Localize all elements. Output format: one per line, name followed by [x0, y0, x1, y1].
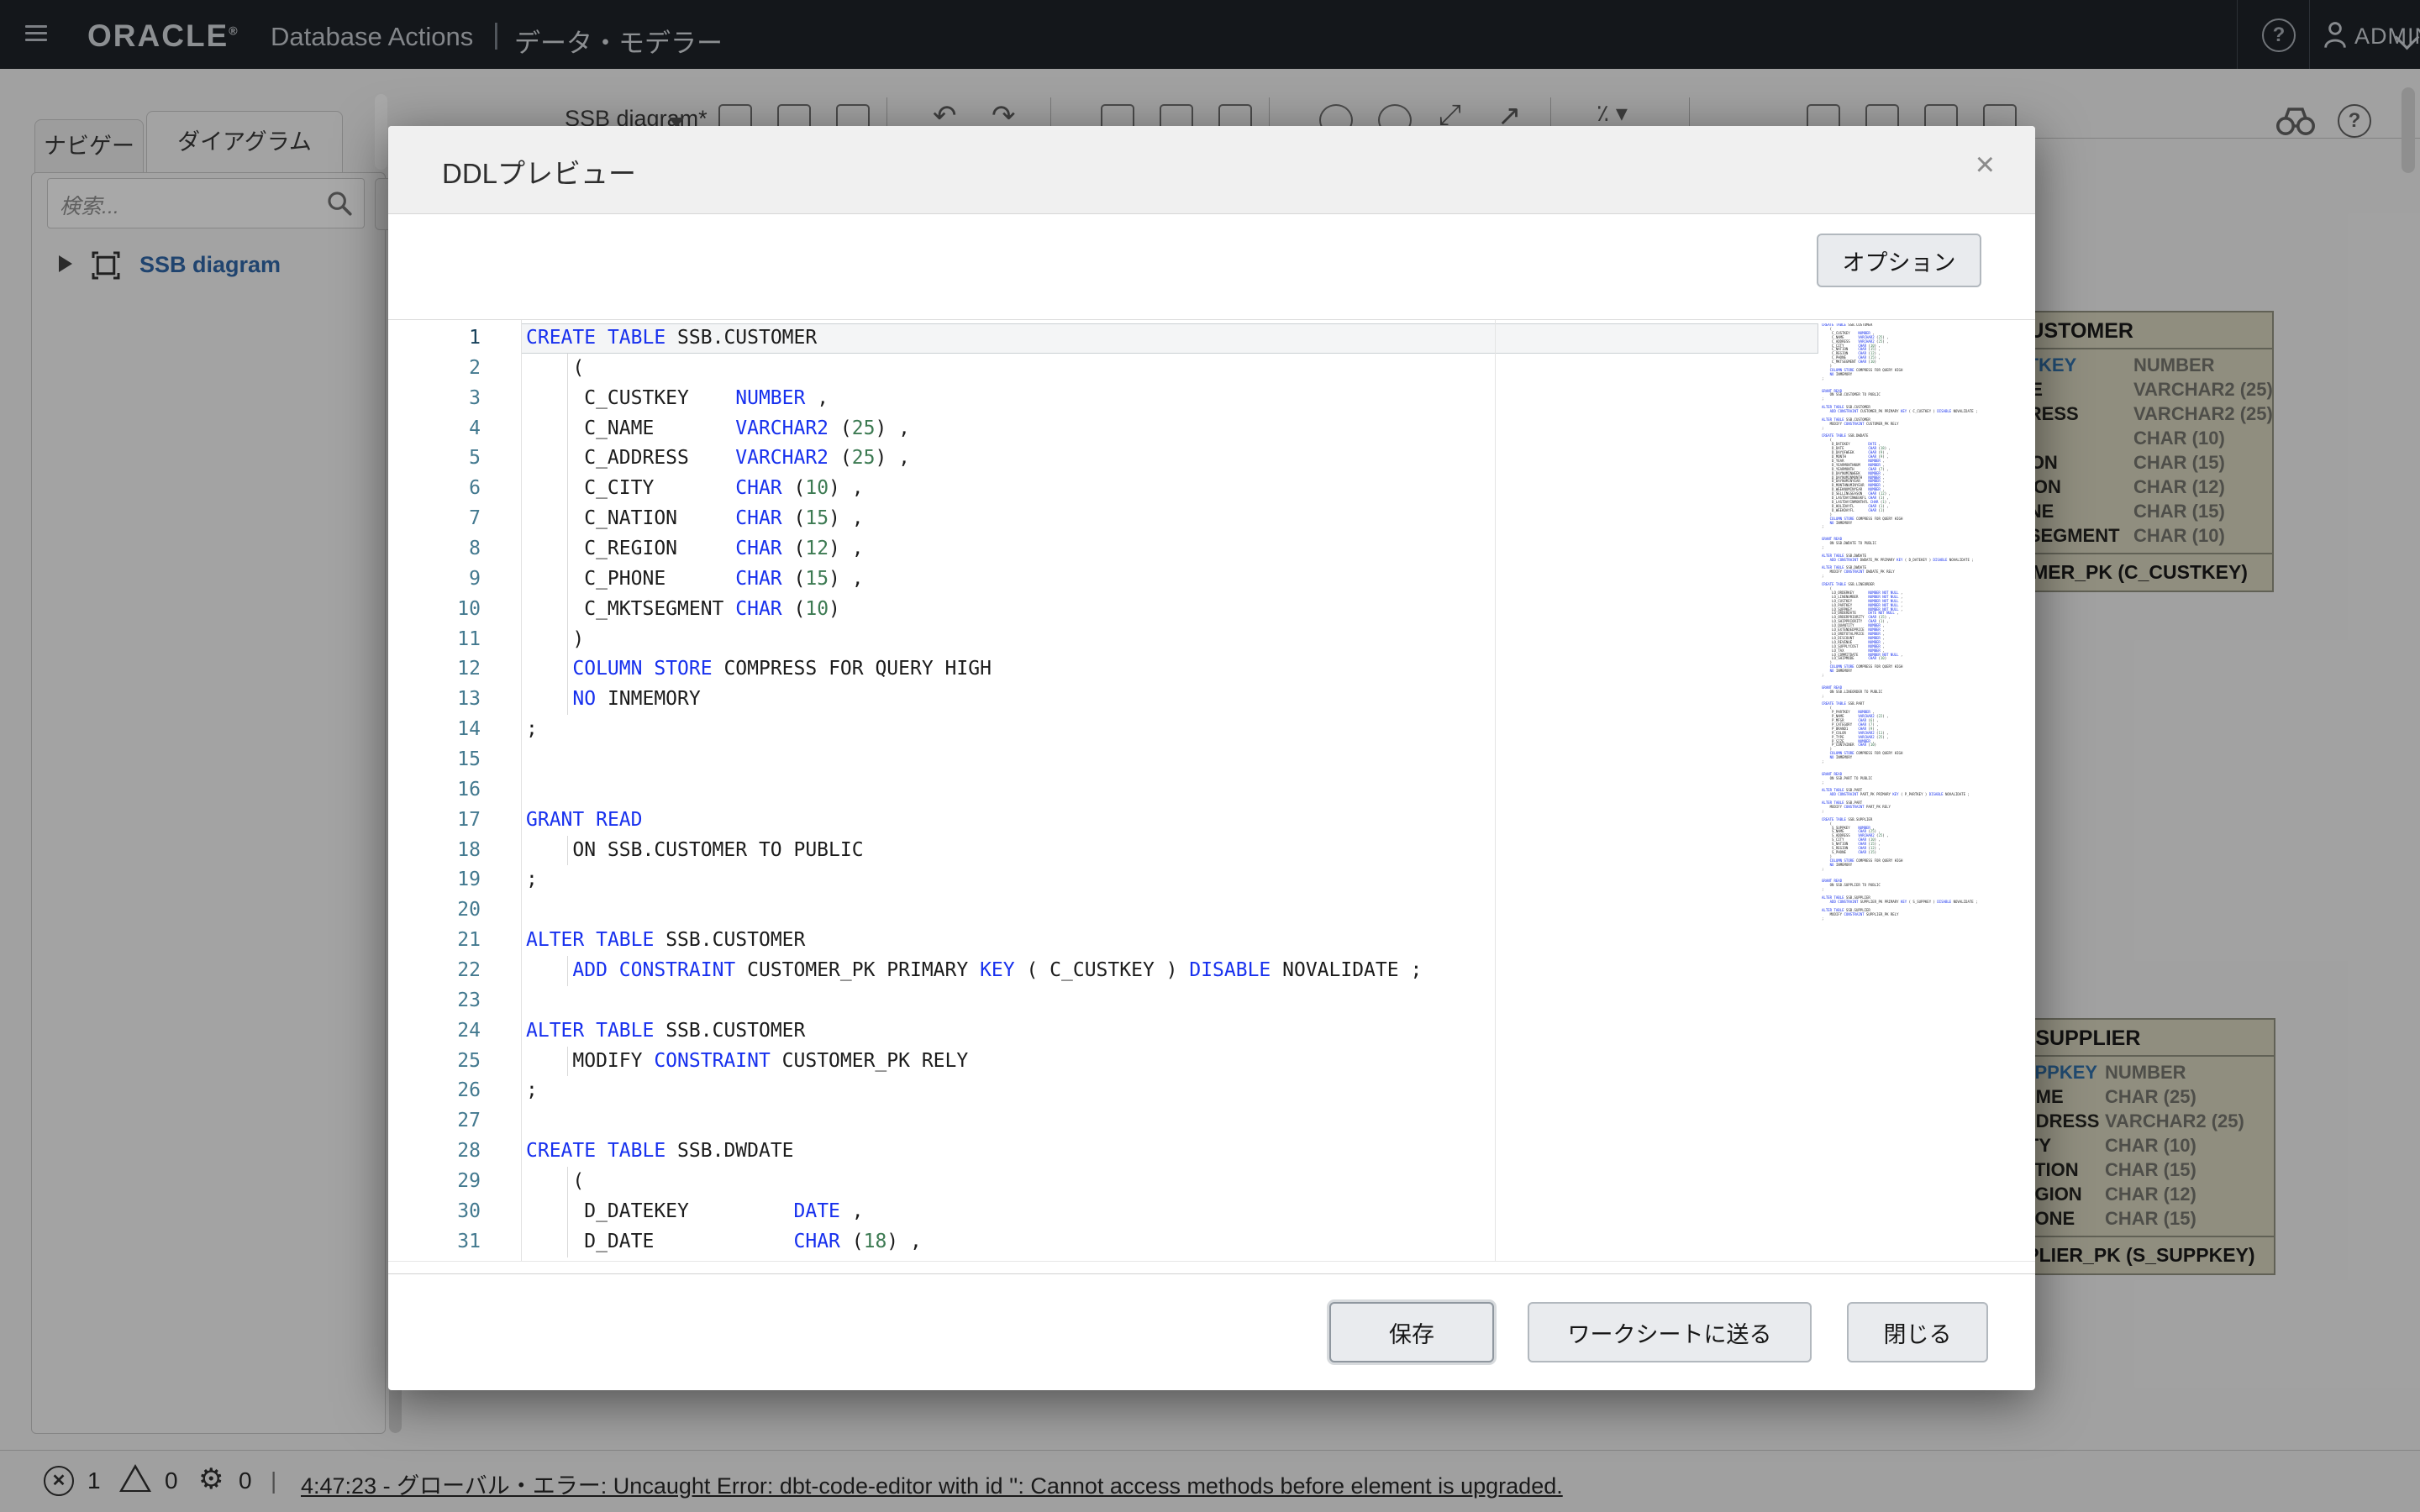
line-number: 27 [388, 1106, 481, 1137]
code-line[interactable] [526, 895, 1422, 926]
code-line[interactable]: ; [526, 865, 1422, 895]
code-line[interactable] [526, 1106, 1422, 1137]
line-number: 31 [388, 1227, 481, 1257]
indent-guide [567, 504, 568, 534]
code-line[interactable]: D_DATEKEY DATE , [526, 1197, 1422, 1227]
line-number: 10 [388, 595, 481, 625]
send-to-worksheet-button[interactable]: ワークシートに送る [1528, 1302, 1812, 1362]
indent-guide [567, 384, 568, 414]
code-line[interactable]: CREATE TABLE SSB.DWDATE [526, 1137, 1422, 1167]
dialog-title: DDLプレビュー [442, 151, 636, 192]
code-line[interactable]: CREATE TABLE SSB.CUSTOMER [526, 323, 1422, 354]
indent-guide [567, 414, 568, 444]
code-line[interactable]: C_CITY CHAR (10) , [526, 474, 1422, 504]
code-line[interactable]: ( [526, 354, 1422, 384]
line-number: 20 [388, 895, 481, 926]
close-button[interactable]: 閉じる [1847, 1302, 1988, 1362]
line-number: 21 [388, 926, 481, 956]
indent-guide [567, 685, 568, 715]
line-number: 7 [388, 504, 481, 534]
code-line[interactable]: ADD CONSTRAINT CUSTOMER_PK PRIMARY KEY (… [526, 956, 1422, 986]
line-number: 9 [388, 564, 481, 595]
line-number: 6 [388, 474, 481, 504]
indent-guide [567, 1227, 568, 1257]
save-button[interactable]: 保存 [1329, 1302, 1494, 1362]
line-number: 1 [388, 323, 481, 354]
code-line[interactable]: ALTER TABLE SSB.CUSTOMER [526, 1016, 1422, 1047]
code-line[interactable]: NO INMEMORY [526, 685, 1422, 715]
line-number: 26 [388, 1076, 481, 1106]
indent-guide [567, 444, 568, 474]
code-line[interactable]: C_MKTSEGMENT CHAR (10) [526, 595, 1422, 625]
indent-guide [567, 625, 568, 655]
code-line[interactable]: C_NATION CHAR (15) , [526, 504, 1422, 534]
indent-guide [567, 564, 568, 595]
line-number: 17 [388, 806, 481, 836]
line-number: 23 [388, 986, 481, 1016]
code-minimap[interactable]: CREATE TABLE SSB.CUSTOMER ( C_CUSTKEY NU… [1822, 323, 2012, 1257]
line-number: 22 [388, 956, 481, 986]
line-number: 3 [388, 384, 481, 414]
line-number: 28 [388, 1137, 481, 1167]
code-line[interactable]: C_ADDRESS VARCHAR2 (25) , [526, 444, 1422, 474]
line-number: 12 [388, 654, 481, 685]
code-line[interactable]: ALTER TABLE SSB.CUSTOMER [526, 926, 1422, 956]
line-number: 4 [388, 414, 481, 444]
line-number: 13 [388, 685, 481, 715]
code-line[interactable] [526, 986, 1422, 1016]
code-line[interactable]: ; [526, 715, 1422, 745]
line-number-gutter: 1234567891011121314151617181920212223242… [388, 323, 481, 1257]
line-number: 5 [388, 444, 481, 474]
code-line[interactable]: COLUMN STORE COMPRESS FOR QUERY HIGH [526, 654, 1422, 685]
indent-guide [567, 1167, 568, 1197]
code-line[interactable]: MODIFY CONSTRAINT CUSTOMER_PK RELY [526, 1047, 1422, 1077]
line-number: 30 [388, 1197, 481, 1227]
gutter-divider [521, 320, 522, 1261]
code-line[interactable]: ( [526, 1167, 1422, 1197]
close-icon[interactable]: × [1975, 148, 1995, 181]
line-number: 24 [388, 1016, 481, 1047]
line-number: 14 [388, 715, 481, 745]
line-number: 16 [388, 775, 481, 806]
indent-guide [567, 654, 568, 685]
indent-guide [567, 354, 568, 384]
indent-guide [567, 1197, 568, 1227]
ddl-code-editor[interactable]: 1234567891011121314151617181920212223242… [388, 319, 2035, 1262]
indent-guide [567, 1047, 568, 1077]
line-number: 19 [388, 865, 481, 895]
code-line[interactable] [526, 775, 1422, 806]
code-line[interactable]: ; [526, 1076, 1422, 1106]
line-number: 29 [388, 1167, 481, 1197]
line-number: 2 [388, 354, 481, 384]
code-line[interactable]: C_NAME VARCHAR2 (25) , [526, 414, 1422, 444]
code-line[interactable]: C_CUSTKEY NUMBER , [526, 384, 1422, 414]
code-line[interactable]: D_DATE CHAR (18) , [526, 1227, 1422, 1257]
indent-guide [567, 474, 568, 504]
code-line[interactable]: ) [526, 625, 1422, 655]
code-line[interactable] [526, 745, 1422, 775]
indent-guide [567, 595, 568, 625]
dialog-header: DDLプレビュー × [388, 126, 2035, 214]
line-number: 8 [388, 534, 481, 564]
indent-guide [567, 534, 568, 564]
line-number: 11 [388, 625, 481, 655]
app-screen: ORACLE® Database Actions | データ・モデラー ? AD… [0, 0, 2420, 1512]
code-line[interactable]: C_PHONE CHAR (15) , [526, 564, 1422, 595]
footer-divider [388, 1273, 2035, 1274]
code-line[interactable]: GRANT READ [526, 806, 1422, 836]
ddl-preview-dialog: DDLプレビュー × オプション 12345678910111213141516… [388, 126, 2035, 1390]
line-number: 15 [388, 745, 481, 775]
options-button[interactable]: オプション [1817, 234, 1981, 287]
code-content[interactable]: CREATE TABLE SSB.CUSTOMER ( C_CUSTKEY NU… [526, 323, 1422, 1257]
line-number: 25 [388, 1047, 481, 1077]
print-margin-ruler [1495, 320, 1496, 1261]
line-number: 18 [388, 836, 481, 866]
indent-guide [567, 956, 568, 986]
code-line[interactable]: ON SSB.CUSTOMER TO PUBLIC [526, 836, 1422, 866]
indent-guide [567, 836, 568, 866]
code-line[interactable]: C_REGION CHAR (12) , [526, 534, 1422, 564]
